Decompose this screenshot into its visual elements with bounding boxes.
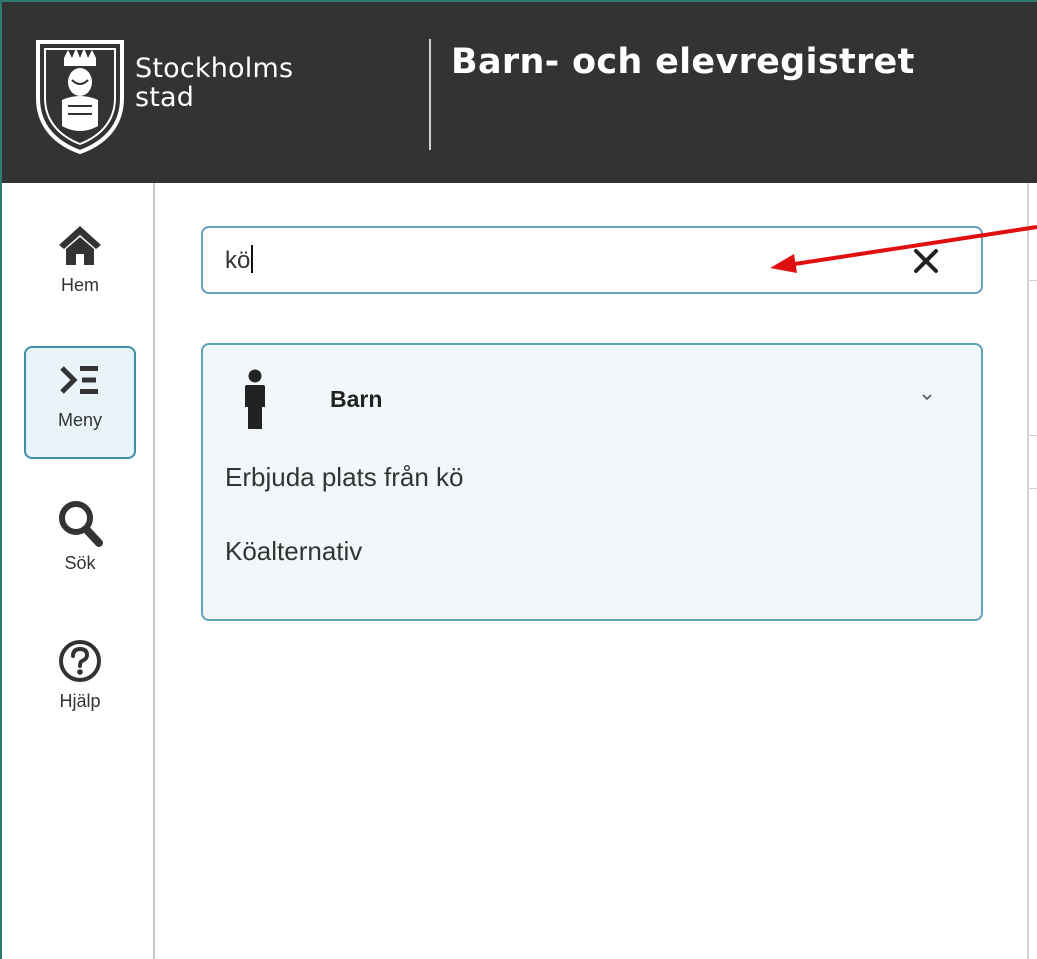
app-header: Stockholms stad Barn- och elevregistret: [2, 2, 1037, 183]
sidebar-item-label: Hem: [60, 275, 99, 295]
search-results-panel: Barn Erbjuda plats från kö Köalternativ: [201, 343, 983, 621]
chevron-down-icon[interactable]: [917, 389, 937, 405]
annotation-arrow: [770, 225, 1037, 273]
edge-divider: [1029, 488, 1037, 489]
person-icon: [245, 369, 265, 429]
sidebar-item-hjalp[interactable]: Hjälp: [24, 629, 136, 741]
edge-divider: [1029, 435, 1037, 436]
sidebar-item-meny[interactable]: Meny: [24, 346, 136, 459]
logo-wordmark: Stockholms stad: [135, 54, 293, 112]
sidebar-item-label: Hjälp: [59, 691, 101, 711]
sidebar-item-label: Sök: [64, 553, 96, 573]
logo-line-1: Stockholms: [135, 53, 294, 84]
logo-line-2: stad: [135, 82, 195, 113]
result-group-barn[interactable]: Barn: [203, 345, 981, 455]
search-input-value[interactable]: kö: [225, 245, 254, 275]
home-icon: [56, 221, 104, 269]
app-title: Barn- och elevregistret: [451, 42, 915, 82]
result-group-label: Barn: [330, 386, 383, 412]
sidebar: Hem Meny Sök Hjälp: [2, 183, 155, 959]
stockholm-crest-logo[interactable]: [32, 36, 128, 156]
sidebar-item-label: Meny: [57, 410, 102, 430]
sidebar-item-hem[interactable]: Hem: [24, 213, 136, 325]
help-icon: [56, 637, 104, 685]
search-icon: [56, 499, 104, 547]
content-edge: [1027, 183, 1037, 959]
search-query-text: kö: [225, 247, 251, 274]
result-item-erbjuda-plats[interactable]: Erbjuda plats från kö: [225, 462, 463, 493]
sidebar-item-sok[interactable]: Sök: [24, 491, 136, 603]
menu-sum-icon: [56, 356, 104, 404]
header-divider: [429, 39, 431, 150]
text-caret: [251, 245, 254, 273]
result-item-koalternativ[interactable]: Köalternativ: [225, 536, 362, 567]
